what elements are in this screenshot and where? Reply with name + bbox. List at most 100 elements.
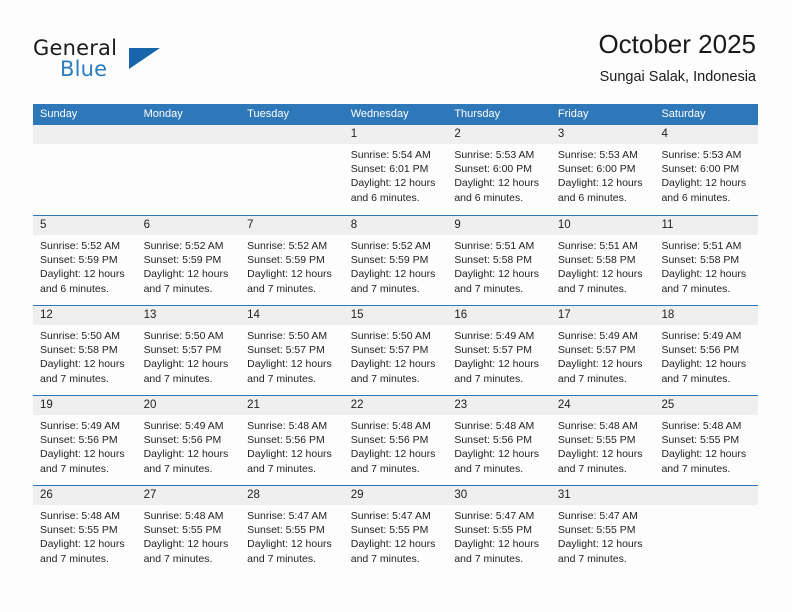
daylight-text-line2: and 7 minutes.: [247, 462, 317, 475]
daylight-text-line1: Daylight: 12 hours: [350, 448, 436, 461]
day-details: Sunrise: 5:48 AM Sunset: 5:56 PM Daylight:…: [447, 415, 551, 476]
daylight-text-line1: Daylight: 12 hours: [557, 177, 643, 190]
day-cell-16[interactable]: 16 Sunrise: 5:49 AM Sunset: 5:57 PM Dayligh…: [447, 306, 551, 395]
title-block: October 2025 Sungai Salak, Indonesia: [598, 28, 756, 86]
daylight-text-line2: and 6 minutes.: [454, 191, 524, 204]
daylight-text-line2: and 7 minutes.: [350, 552, 420, 565]
sunrise-text: Sunrise: 5:50 AM: [247, 330, 328, 342]
day-cell-8[interactable]: 8 Sunrise: 5:52 AM Sunset: 5:59 PM Daylight…: [343, 216, 448, 305]
sunset-text: Sunset: 5:57 PM: [143, 344, 222, 357]
sunset-text: Sunset: 5:57 PM: [454, 344, 532, 357]
weekday-header-monday: Monday: [143, 108, 183, 120]
daylight-text-line1: Daylight: 12 hours: [40, 538, 125, 551]
day-number: 22: [350, 399, 364, 411]
day-number: 30: [454, 489, 468, 501]
daylight-text-line2: and 7 minutes.: [350, 372, 420, 385]
day-cell-6[interactable]: 6 Sunrise: 5:52 AM Sunset: 5:59 PM Daylight…: [136, 216, 241, 305]
day-number: 25: [661, 399, 675, 411]
day-number-strip: 18: [654, 306, 759, 325]
day-number-strip: 29: [343, 486, 448, 505]
daylight-text-line1: Daylight: 12 hours: [350, 538, 436, 551]
sunset-text: Sunset: 5:55 PM: [143, 524, 222, 537]
weekday-header-friday: Friday: [557, 108, 589, 120]
sunrise-text: Sunrise: 5:48 AM: [557, 420, 638, 432]
day-cell-3[interactable]: 3 Sunrise: 5:53 AM Sunset: 6:00 PM Daylight…: [550, 125, 655, 215]
sunset-text: Sunset: 5:59 PM: [40, 254, 118, 267]
day-details: Sunrise: 5:47 AM Sunset: 5:55 PM Daylight:…: [240, 505, 344, 566]
daylight-text-line1: Daylight: 12 hours: [454, 448, 539, 461]
day-cell-13[interactable]: 13 Sunrise: 5:50 AM Sunset: 5:57 PM Dayligh…: [136, 306, 241, 395]
day-cell-9[interactable]: 9 Sunrise: 5:51 AM Sunset: 5:58 PM Daylight…: [447, 216, 551, 305]
day-cell-19[interactable]: 19 Sunrise: 5:49 AM Sunset: 5:56 PM Dayligh…: [33, 396, 137, 485]
daylight-text-line2: and 7 minutes.: [557, 552, 627, 565]
day-number-strip: 28: [240, 486, 344, 505]
day-cell-22[interactable]: 22 Sunrise: 5:48 AM Sunset: 5:56 PM Dayligh…: [343, 396, 448, 485]
daylight-text-line2: and 7 minutes.: [247, 372, 317, 385]
daylight-text-line2: and 7 minutes.: [557, 462, 627, 475]
daylight-text-line2: and 7 minutes.: [454, 462, 524, 475]
day-cell-2[interactable]: 2 Sunrise: 5:53 AM Sunset: 6:00 PM Daylight…: [447, 125, 551, 215]
calendar-week-row: 5 Sunrise: 5:52 AM Sunset: 5:59 PM Daylight…: [33, 215, 759, 305]
daylight-text-line2: and 7 minutes.: [661, 372, 731, 385]
daylight-text-line2: and 7 minutes.: [557, 282, 627, 295]
daylight-text-line2: and 7 minutes.: [661, 462, 731, 475]
day-cell-5[interactable]: 5 Sunrise: 5:52 AM Sunset: 5:59 PM Daylight…: [33, 216, 137, 305]
day-cell-23[interactable]: 23 Sunrise: 5:48 AM Sunset: 5:56 PM Dayligh…: [447, 396, 551, 485]
daylight-text-line2: and 7 minutes.: [454, 552, 524, 565]
day-number: 19: [40, 399, 53, 411]
day-cell-empty: [33, 125, 137, 215]
day-details: Sunrise: 5:48 AM Sunset: 5:56 PM Daylight:…: [344, 415, 448, 476]
day-cell-29[interactable]: 29 Sunrise: 5:47 AM Sunset: 5:55 PM Dayligh…: [343, 486, 448, 575]
day-number: 12: [40, 309, 53, 321]
day-cell-15[interactable]: 15 Sunrise: 5:50 AM Sunset: 5:57 PM Dayligh…: [343, 306, 448, 395]
day-cell-26[interactable]: 26 Sunrise: 5:48 AM Sunset: 5:55 PM Dayligh…: [33, 486, 137, 575]
day-cell-20[interactable]: 20 Sunrise: 5:49 AM Sunset: 5:56 PM Dayligh…: [136, 396, 241, 485]
day-cell-14[interactable]: 14 Sunrise: 5:50 AM Sunset: 5:57 PM Dayligh…: [240, 306, 344, 395]
general-blue-logo[interactable]: General Blue: [33, 36, 233, 88]
day-number: 15: [350, 309, 364, 321]
daylight-text-line2: and 7 minutes.: [661, 282, 731, 295]
day-cell-11[interactable]: 11 Sunrise: 5:51 AM Sunset: 5:58 PM Dayligh…: [654, 216, 759, 305]
sunrise-text: Sunrise: 5:48 AM: [350, 420, 431, 432]
sunset-text: Sunset: 5:55 PM: [557, 434, 636, 447]
day-cell-10[interactable]: 10 Sunrise: 5:51 AM Sunset: 5:58 PM Dayligh…: [550, 216, 655, 305]
day-cell-27[interactable]: 27 Sunrise: 5:48 AM Sunset: 5:55 PM Dayligh…: [136, 486, 241, 575]
sunset-text: Sunset: 5:56 PM: [247, 434, 325, 447]
daylight-text-line1: Daylight: 12 hours: [557, 358, 643, 371]
day-cell-25[interactable]: 25 Sunrise: 5:48 AM Sunset: 5:55 PM Dayligh…: [654, 396, 759, 485]
day-number-strip: 31: [550, 486, 655, 505]
day-number-strip: 5: [33, 216, 137, 235]
day-cell-12[interactable]: 12 Sunrise: 5:50 AM Sunset: 5:58 PM Dayligh…: [33, 306, 137, 395]
sunrise-text: Sunrise: 5:49 AM: [143, 420, 224, 432]
day-cell-28[interactable]: 28 Sunrise: 5:47 AM Sunset: 5:55 PM Dayligh…: [240, 486, 344, 575]
day-number: 1: [350, 128, 358, 140]
day-cell-21[interactable]: 21 Sunrise: 5:48 AM Sunset: 5:56 PM Dayligh…: [240, 396, 344, 485]
day-details: Sunrise: 5:49 AM Sunset: 5:57 PM Daylight:…: [551, 325, 655, 386]
day-cell-17[interactable]: 17 Sunrise: 5:49 AM Sunset: 5:57 PM Dayligh…: [550, 306, 655, 395]
day-number: 29: [350, 489, 364, 501]
day-cell-18[interactable]: 18 Sunrise: 5:49 AM Sunset: 5:56 PM Dayligh…: [654, 306, 759, 395]
sunset-text: Sunset: 5:56 PM: [350, 434, 429, 447]
day-cell-30[interactable]: 30 Sunrise: 5:47 AM Sunset: 5:55 PM Dayligh…: [447, 486, 551, 575]
day-number-strip: 19: [33, 396, 137, 415]
day-number-strip: 21: [240, 396, 344, 415]
day-cell-24[interactable]: 24 Sunrise: 5:48 AM Sunset: 5:55 PM Dayligh…: [550, 396, 655, 485]
day-cell-4[interactable]: 4 Sunrise: 5:53 AM Sunset: 6:00 PM Daylight…: [654, 125, 759, 215]
day-cell-1[interactable]: 1 Sunrise: 5:54 AM Sunset: 6:01 PM Daylight…: [343, 125, 448, 215]
sunrise-text: Sunrise: 5:49 AM: [557, 330, 638, 342]
sunrise-text: Sunrise: 5:48 AM: [454, 420, 535, 432]
day-cell-31[interactable]: 31 Sunrise: 5:47 AM Sunset: 5:55 PM Dayligh…: [550, 486, 655, 575]
day-number-strip: 3: [550, 125, 655, 144]
day-cell-7[interactable]: 7 Sunrise: 5:52 AM Sunset: 5:59 PM Daylight…: [240, 216, 344, 305]
daylight-text-line1: Daylight: 12 hours: [143, 268, 229, 281]
day-number-strip: 1: [343, 125, 448, 144]
day-number-strip: 13: [136, 306, 241, 325]
day-number-strip: 7: [240, 216, 344, 235]
day-details: Sunrise: 5:52 AM Sunset: 5:59 PM Daylight:…: [240, 235, 344, 296]
day-number: 17: [557, 309, 571, 321]
sunset-text: Sunset: 5:58 PM: [454, 254, 532, 267]
sunrise-text: Sunrise: 5:50 AM: [143, 330, 224, 342]
sunset-text: Sunset: 5:55 PM: [247, 524, 325, 537]
day-number-strip: 11: [654, 216, 759, 235]
calendar-week-row: 19 Sunrise: 5:49 AM Sunset: 5:56 PM Dayligh…: [33, 395, 759, 485]
